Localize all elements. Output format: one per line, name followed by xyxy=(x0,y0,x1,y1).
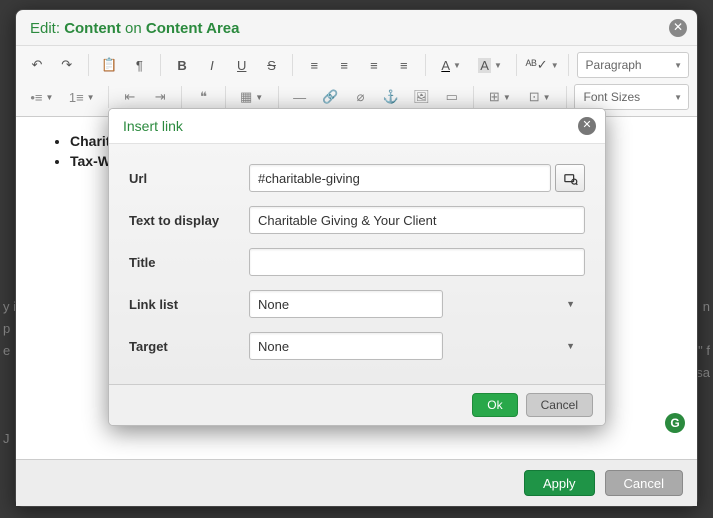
text-input[interactable] xyxy=(249,206,585,234)
blockquote-button[interactable]: ❝ xyxy=(190,84,216,110)
bold-button[interactable]: B xyxy=(169,52,195,78)
align-right-button[interactable]: ≡ xyxy=(361,52,387,78)
align-left-button[interactable]: ≡ xyxy=(301,52,327,78)
snippet-button[interactable]: ⊡▼ xyxy=(522,84,558,110)
italic-button[interactable]: I xyxy=(199,52,225,78)
target-label: Target xyxy=(129,339,249,354)
strike-button[interactable]: S xyxy=(259,52,285,78)
ok-button[interactable]: Ok xyxy=(472,393,517,417)
title-input[interactable] xyxy=(249,248,585,276)
outdent-button[interactable]: ⇤ xyxy=(117,84,143,110)
paste-text-button[interactable]: ¶ xyxy=(126,52,152,78)
modal-title-bar: Edit: Content on Content Area ✕ xyxy=(16,10,697,46)
table-button[interactable]: ▦▼ xyxy=(234,84,270,110)
close-icon[interactable]: ✕ xyxy=(578,117,596,135)
media-button[interactable]: ▭ xyxy=(439,84,465,110)
unlink-button[interactable]: ⌀ xyxy=(347,84,373,110)
linklist-label: Link list xyxy=(129,297,249,312)
target-select[interactable] xyxy=(249,332,443,360)
spellcheck-button[interactable]: ᴬᴮ✓▼ xyxy=(525,52,560,78)
indent-button[interactable]: ⇥ xyxy=(147,84,173,110)
hr-button[interactable]: — xyxy=(286,84,312,110)
chevron-down-icon: ▼ xyxy=(566,341,575,351)
insert-link-footer: Ok Cancel xyxy=(109,384,605,425)
link-button[interactable]: 🔗 xyxy=(317,84,343,110)
insert-link-title: Insert link ✕ xyxy=(109,109,605,144)
browse-icon[interactable] xyxy=(555,164,585,192)
align-justify-button[interactable]: ≡ xyxy=(391,52,417,78)
insert-link-dialog: Insert link ✕ Url Text to display Title xyxy=(108,108,606,426)
modal-footer: Apply Cancel xyxy=(16,459,697,506)
image-button[interactable]: 🖼 xyxy=(408,84,434,110)
bg-color-button[interactable]: A▼ xyxy=(473,52,508,78)
number-list-button[interactable]: 1≡▼ xyxy=(64,84,100,110)
close-icon[interactable]: ✕ xyxy=(669,19,687,37)
apply-button[interactable]: Apply xyxy=(524,470,595,496)
text-label: Text to display xyxy=(129,213,249,228)
font-size-select[interactable]: Font Sizes▼ xyxy=(574,84,689,110)
linklist-select[interactable] xyxy=(249,290,443,318)
undo-button[interactable]: ↶ xyxy=(24,52,50,78)
title-on: on xyxy=(121,20,146,37)
template-button[interactable]: ⊞▼ xyxy=(482,84,518,110)
chevron-down-icon: ▼ xyxy=(566,299,575,309)
title-target: Content xyxy=(64,20,121,37)
editor-toolbar: ↶ ↷ 📋 ¶ B I U S ≡ ≡ ≡ ≡ A▼ A▼ ᴬᴮ✓▼ Parag… xyxy=(16,46,697,117)
format-select[interactable]: Paragraph▼ xyxy=(577,52,689,78)
redo-button[interactable]: ↷ xyxy=(54,52,80,78)
title-area: Content Area xyxy=(146,20,240,37)
title-label: Title xyxy=(129,255,249,270)
cancel-button[interactable]: Cancel xyxy=(526,393,593,417)
insert-link-body: Url Text to display Title Link list xyxy=(109,144,605,384)
title-prefix: Edit: xyxy=(30,20,64,37)
bullet-list-button[interactable]: •≡▼ xyxy=(24,84,60,110)
underline-button[interactable]: U xyxy=(229,52,255,78)
url-input[interactable] xyxy=(249,164,551,192)
url-label: Url xyxy=(129,171,249,186)
grammarly-badge[interactable]: G xyxy=(665,413,685,433)
align-center-button[interactable]: ≡ xyxy=(331,52,357,78)
paste-button[interactable]: 📋 xyxy=(97,52,123,78)
anchor-button[interactable]: ⚓ xyxy=(378,84,404,110)
text-color-button[interactable]: A▼ xyxy=(434,52,469,78)
cancel-button[interactable]: Cancel xyxy=(605,470,683,496)
